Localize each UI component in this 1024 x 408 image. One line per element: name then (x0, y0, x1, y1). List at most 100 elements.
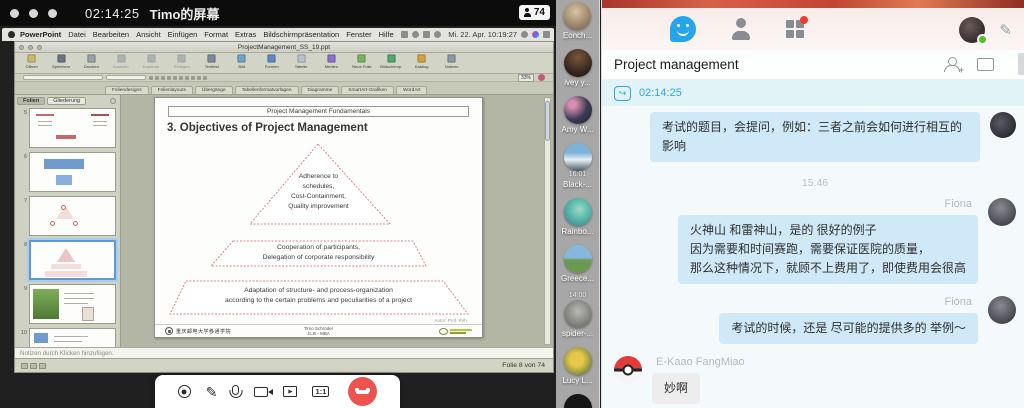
mac-menu-item[interactable]: Hilfe (379, 30, 394, 39)
annotate-button[interactable]: ✎ (206, 385, 218, 399)
zoom-value[interactable]: 33% (518, 74, 534, 82)
font-name-field[interactable] (23, 75, 103, 80)
gallery-tab[interactable]: Tabellenformatvorlagen (235, 86, 299, 94)
window-control-dot[interactable] (10, 9, 19, 18)
slide-thumbnail[interactable]: 9 (19, 284, 116, 324)
ppt-toolbar-button[interactable]: Textfeld (199, 54, 224, 69)
ppt-toolbar-button[interactable]: Speichern (49, 54, 74, 69)
window-control-dot[interactable] (48, 9, 57, 18)
mac-menu-item[interactable]: Format (204, 30, 228, 39)
ppt-toolbar-button[interactable]: Bildschirmp. (379, 54, 404, 69)
tab-slides[interactable]: Folien (17, 97, 45, 105)
gallery-tab[interactable]: SmartArt-Grafiken (341, 86, 394, 94)
folder-icon[interactable] (977, 58, 994, 71)
slide-thumbnail-selected[interactable]: 8 (19, 240, 116, 280)
ppt-toolbar-button[interactable]: Öffnen (19, 54, 44, 69)
help-icon[interactable] (538, 74, 545, 81)
screen-share-banner[interactable]: ↪ 02:14:25 (602, 80, 1024, 106)
camera-button[interactable] (254, 387, 268, 397)
participant-tile[interactable]: 16:01 Black-... (563, 143, 592, 190)
slide-scrollbar[interactable] (544, 97, 551, 345)
pane-options-icon[interactable] (110, 98, 116, 104)
mac-menu-item[interactable]: Bildschirmpräsentation (263, 30, 339, 39)
participant-avatar[interactable] (564, 96, 592, 124)
participant-avatar[interactable] (564, 347, 592, 375)
viewer-count-badge[interactable]: 74 (519, 5, 550, 20)
gallery-tab[interactable]: Diagramme (301, 86, 340, 94)
slide-thumbnail[interactable]: 7 (19, 196, 116, 236)
mac-menu-item[interactable]: Bearbeiten (93, 30, 129, 39)
participant-avatar[interactable] (564, 143, 592, 171)
font-size-field[interactable] (106, 75, 146, 80)
status-icon[interactable] (412, 31, 419, 38)
participant-tile[interactable]: Eonch... (563, 2, 592, 41)
apple-menu-icon[interactable] (8, 31, 15, 38)
sender-avatar[interactable] (988, 198, 1016, 226)
sender-avatar[interactable] (614, 356, 642, 384)
participant-tile[interactable]: ivey y... (564, 49, 592, 88)
ppt-toolbar-button[interactable]: Formen (259, 54, 284, 69)
compose-icon[interactable]: ✎ (999, 23, 1012, 38)
ppt-toolbar-button[interactable]: Einfügen (169, 54, 194, 69)
mac-clock[interactable]: Mi. 22. Apr. 10:19:27 (448, 30, 517, 39)
screen-share-button[interactable]: ▶ (283, 386, 297, 397)
participant-avatar[interactable] (564, 245, 592, 273)
record-button[interactable] (178, 385, 191, 398)
mac-menu-item[interactable]: Fenster (346, 30, 371, 39)
messages-tab-icon[interactable] (670, 16, 696, 42)
participant-avatar[interactable] (564, 198, 592, 226)
format-buttons[interactable] (149, 76, 207, 80)
mac-menu-item[interactable]: Extras (235, 30, 256, 39)
view-switcher[interactable] (21, 363, 46, 369)
participant-avatar[interactable] (564, 394, 592, 408)
ppt-toolbar-button[interactable]: Katalog (409, 54, 434, 69)
slide-thumbnail[interactable]: 6 (19, 152, 116, 192)
ppt-toolbar-button[interactable]: Tabelle (289, 54, 314, 69)
notification-center-icon[interactable] (543, 31, 550, 38)
gallery-tab[interactable]: Foliendesigns (105, 86, 149, 94)
participant-avatar[interactable] (563, 2, 591, 30)
mac-menu-item[interactable]: Ansicht (136, 30, 161, 39)
ppt-toolbar-button[interactable]: Drucken (79, 54, 104, 69)
end-call-button[interactable] (348, 377, 377, 406)
participant-tile[interactable]: 14:00 spider-... (562, 292, 593, 339)
gallery-tab[interactable]: Übergänge (195, 86, 233, 94)
sender-avatar[interactable] (990, 112, 1016, 138)
mac-menu-item[interactable]: PowerPoint (20, 30, 61, 39)
apps-tab-icon[interactable] (786, 20, 804, 38)
ppt-toolbar-button[interactable]: Bild (229, 54, 254, 69)
window-control-dot[interactable] (29, 9, 38, 18)
ppt-toolbar-button[interactable]: Kopieren (139, 54, 164, 69)
battery-icon[interactable] (423, 31, 430, 38)
actual-size-button[interactable]: 1:1 (312, 386, 329, 398)
siri-icon[interactable] (532, 31, 539, 38)
ppt-toolbar-button[interactable]: Neue Folie (349, 54, 374, 69)
participant-tile[interactable]: Amy W... (562, 96, 594, 135)
message-list[interactable]: 考试的题目，会提问，例如：三者之前会如何进行相互的影响 15:46 Fiona … (602, 106, 1024, 408)
add-member-icon[interactable]: + (944, 57, 961, 72)
self-avatar[interactable] (959, 17, 985, 43)
spotlight-icon[interactable] (521, 31, 528, 38)
notes-pane[interactable]: Notizen durch Klicken hinzufügen. (15, 347, 553, 358)
tab-outline[interactable]: Gliederung (47, 97, 86, 105)
sender-avatar[interactable] (988, 296, 1016, 324)
participant-avatar[interactable] (564, 300, 592, 328)
gallery-tab[interactable]: WordArt (396, 86, 428, 94)
status-icon[interactable] (401, 31, 408, 38)
mac-menu-item[interactable]: Datei (68, 30, 86, 39)
slide-thumbnail[interactable]: 10 (19, 328, 116, 347)
participant-tile[interactable]: Lucy L... (562, 347, 592, 386)
gallery-tab[interactable]: Folienlayouts (151, 86, 193, 94)
slide-thumbnail[interactable]: 5 (19, 108, 116, 148)
ppt-toolbar-button[interactable]: Notizen (439, 54, 464, 69)
participant-tile[interactable]: Rainbo... (561, 198, 593, 237)
participant-avatar[interactable] (564, 49, 592, 77)
participant-tile[interactable]: Greece... (561, 245, 594, 284)
ppt-toolbar-button[interactable]: Ausschn. (109, 54, 134, 69)
mac-menu-item[interactable]: Einfügen (168, 30, 198, 39)
contacts-tab-icon[interactable] (730, 18, 752, 40)
wifi-icon[interactable] (434, 31, 441, 38)
ppt-toolbar-button[interactable]: Medien (319, 54, 344, 69)
microphone-button[interactable] (232, 385, 239, 395)
participant-tile[interactable] (564, 394, 592, 408)
